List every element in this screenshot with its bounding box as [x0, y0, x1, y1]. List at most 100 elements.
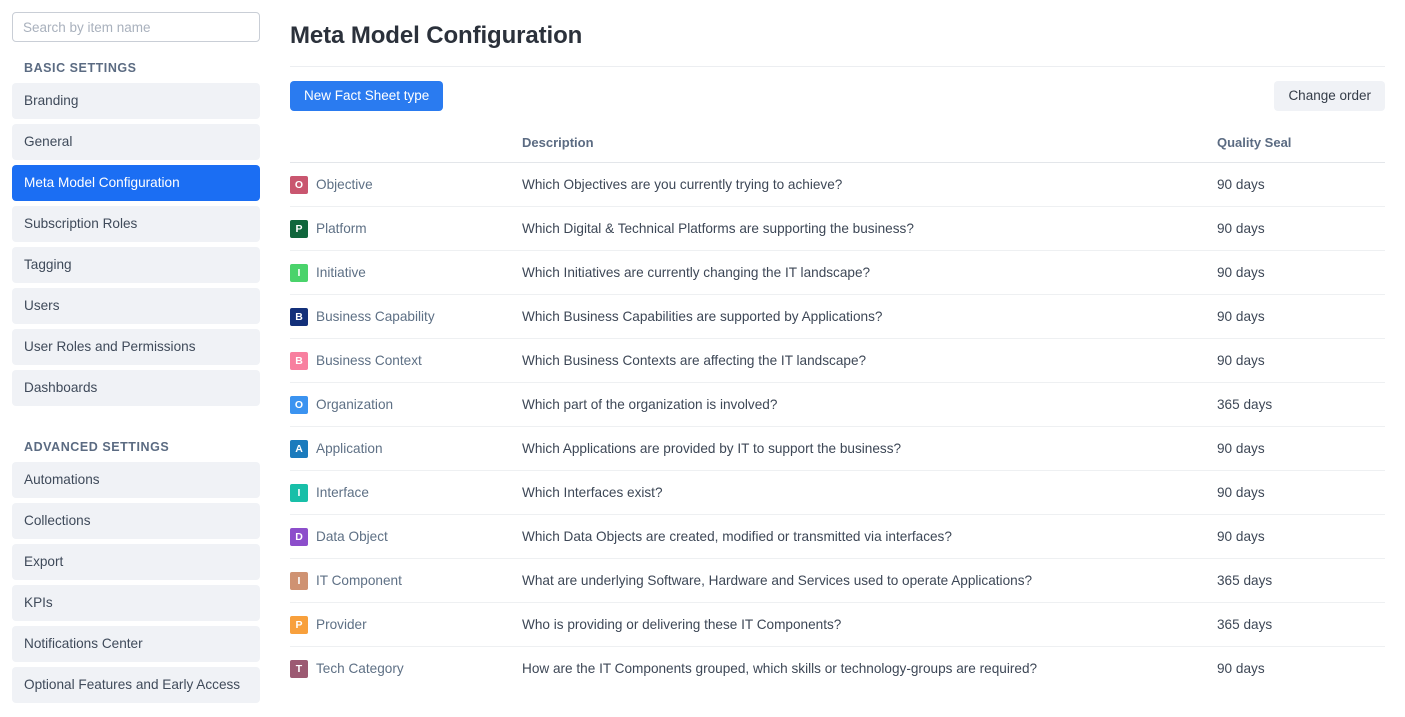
sidebar-item-dashboards[interactable]: Dashboards	[12, 370, 260, 406]
sidebar-item-user-roles-and-permissions[interactable]: User Roles and Permissions	[12, 329, 260, 365]
fact-sheet-type-cell: O Organization	[290, 382, 522, 427]
title-divider	[290, 66, 1385, 67]
description-cell: Which part of the organization is involv…	[522, 382, 1217, 427]
fact-sheet-type-badge-icon: I	[290, 571, 308, 590]
sidebar-item-kpis[interactable]: KPIs	[12, 585, 260, 621]
fact-sheet-type-badge-icon: T	[290, 659, 308, 678]
fact-sheet-type-badge-icon: O	[290, 395, 308, 414]
fact-sheet-type-cell: B Business Capability	[290, 294, 522, 339]
fact-sheet-type-link[interactable]: IT Component	[316, 573, 402, 588]
quality-seal-cell: 90 days	[1217, 338, 1385, 383]
fact-sheet-type-badge-icon: P	[290, 615, 308, 634]
fact-sheet-type-badge-icon: I	[290, 483, 308, 502]
fact-sheet-types-table: Description Quality Seal O Objective Which…	[290, 135, 1385, 691]
sidebar-item-meta-model-configuration[interactable]: Meta Model Configuration	[12, 165, 260, 201]
fact-sheet-type-link[interactable]: Tech Category	[316, 661, 404, 676]
fact-sheet-type-link[interactable]: Provider	[316, 617, 367, 632]
fact-sheet-type-link[interactable]: Application	[316, 441, 383, 456]
fact-sheet-type-badge-icon: I	[290, 263, 308, 282]
table-header-row: Description Quality Seal	[290, 135, 1385, 163]
quality-seal-cell: 90 days	[1217, 426, 1385, 471]
settings-page: BASIC SETTINGS Branding General Meta Mod…	[0, 0, 1405, 717]
fact-sheet-type-badge-icon: O	[290, 175, 308, 194]
search-input[interactable]	[12, 12, 260, 42]
sidebar-item-automations[interactable]: Automations	[12, 462, 260, 498]
table-row: T Tech Category How are the IT Components …	[290, 647, 1385, 691]
sidebar-search-wrapper	[12, 12, 260, 42]
sidebar-item-users[interactable]: Users	[12, 288, 260, 324]
main-content: Meta Model Configuration New Fact Sheet …	[272, 0, 1405, 717]
fact-sheet-type: P Provider	[290, 615, 522, 634]
column-header-description: Description	[522, 135, 1217, 163]
fact-sheet-type-link[interactable]: Data Object	[316, 529, 388, 544]
table-row: O Organization Which part of the organizat…	[290, 382, 1385, 427]
table-head: Description Quality Seal	[290, 135, 1385, 163]
sidebar-item-optional-features-and-early-access[interactable]: Optional Features and Early Access	[12, 667, 260, 703]
description-cell: Which Business Capabilities are supporte…	[522, 294, 1217, 339]
sidebar-item-tagging[interactable]: Tagging	[12, 247, 260, 283]
table-row: B Business Context Which Business Contexts…	[290, 338, 1385, 383]
fact-sheet-type-cell: O Objective	[290, 162, 522, 207]
sidebar-item-subscription-roles[interactable]: Subscription Roles	[12, 206, 260, 242]
fact-sheet-type: B Business Capability	[290, 307, 522, 326]
sidebar-item-collections[interactable]: Collections	[12, 503, 260, 539]
table-row: B Business Capability Which Business Capab…	[290, 294, 1385, 339]
sidebar-item-notifications-center[interactable]: Notifications Center	[12, 626, 260, 662]
quality-seal-cell: 90 days	[1217, 661, 1265, 677]
fact-sheet-type: O Organization	[290, 395, 522, 414]
column-header-quality-seal: Quality Seal	[1217, 135, 1385, 163]
description-cell: Which Objectives are you currently tryin…	[522, 162, 1217, 207]
fact-sheet-type-cell: D Data Object	[290, 514, 522, 559]
description-cell: Which Interfaces exist?	[522, 470, 1217, 515]
sidebar-item-general[interactable]: General	[12, 124, 260, 160]
fact-sheet-type-cell: P Platform	[290, 206, 522, 251]
fact-sheet-type: A Application	[290, 439, 522, 458]
description-cell: How are the IT Components grouped, which…	[522, 661, 1038, 677]
fact-sheet-type: I IT Component	[290, 571, 522, 590]
quality-seal-cell: 90 days	[1217, 514, 1385, 559]
fact-sheet-type-link[interactable]: Business Context	[316, 353, 422, 368]
fact-sheet-type-link[interactable]: Organization	[316, 397, 393, 412]
page-title: Meta Model Configuration	[290, 22, 583, 49]
new-fact-sheet-type-button[interactable]: New Fact Sheet type	[290, 81, 444, 111]
fact-sheet-type: D Data Object	[290, 527, 522, 546]
table-row: O Objective Which Objectives are you curre…	[290, 162, 1385, 207]
fact-sheet-type: I Initiative	[290, 263, 522, 282]
quality-seal-cell: 90 days	[1217, 294, 1385, 339]
fact-sheet-type-badge-icon: B	[290, 351, 308, 370]
quality-seal-cell: 90 days	[1217, 470, 1385, 515]
description-cell: Which Digital & Technical Platforms are …	[522, 206, 1217, 251]
description-cell: Which Business Contexts are affecting th…	[522, 338, 1217, 383]
fact-sheet-type-badge-icon: A	[290, 439, 308, 458]
table-body: O Objective Which Objectives are you curre…	[290, 162, 1385, 691]
fact-sheet-type-link[interactable]: Platform	[316, 221, 367, 236]
quality-seal-cell: 365 days	[1217, 382, 1385, 427]
description-cell: Which Applications are provided by IT to…	[522, 426, 1217, 471]
description-cell: Who is providing or delivering these IT …	[522, 602, 1217, 647]
sidebar-item-export[interactable]: Export	[12, 544, 260, 580]
fact-sheet-type-link[interactable]: Initiative	[316, 265, 366, 280]
sidebar-nav-basic: Branding General Meta Model Configuratio…	[12, 83, 260, 406]
fact-sheet-type: I Interface	[290, 483, 522, 502]
fact-sheet-type-link[interactable]: Business Capability	[316, 309, 435, 324]
table-row: I Interface Which Interfaces exist? 90 days	[290, 470, 1385, 515]
quality-seal-cell: 90 days	[1217, 250, 1385, 295]
description-cell: Which Initiatives are currently changing…	[522, 250, 1217, 295]
sidebar-nav-advanced: Automations Collections Export KPIs Noti…	[12, 462, 260, 703]
table-row: P Provider Who is providing or delivering …	[290, 602, 1385, 647]
table-row: I Initiative Which Initiatives are current…	[290, 250, 1385, 295]
fact-sheet-type-cell: I Initiative	[290, 250, 522, 295]
change-order-button[interactable]: Change order	[1274, 81, 1385, 111]
sidebar-item-branding[interactable]: Branding	[12, 83, 260, 119]
quality-seal-cell: 365 days	[1217, 602, 1385, 647]
column-header-name	[290, 135, 522, 163]
fact-sheet-type-cell: B Business Context	[290, 338, 522, 383]
fact-sheet-type-link[interactable]: Objective	[316, 177, 373, 192]
sidebar-section-title-basic: BASIC SETTINGS	[24, 61, 137, 75]
quality-seal-cell: 365 days	[1217, 558, 1385, 603]
fact-sheet-type-link[interactable]: Interface	[316, 485, 369, 500]
table-row: D Data Object Which Data Objects are creat…	[290, 514, 1385, 559]
fact-sheet-type: B Business Context	[290, 351, 522, 370]
fact-sheet-type-badge-icon: D	[290, 527, 308, 546]
settings-sidebar: BASIC SETTINGS Branding General Meta Mod…	[0, 0, 272, 717]
